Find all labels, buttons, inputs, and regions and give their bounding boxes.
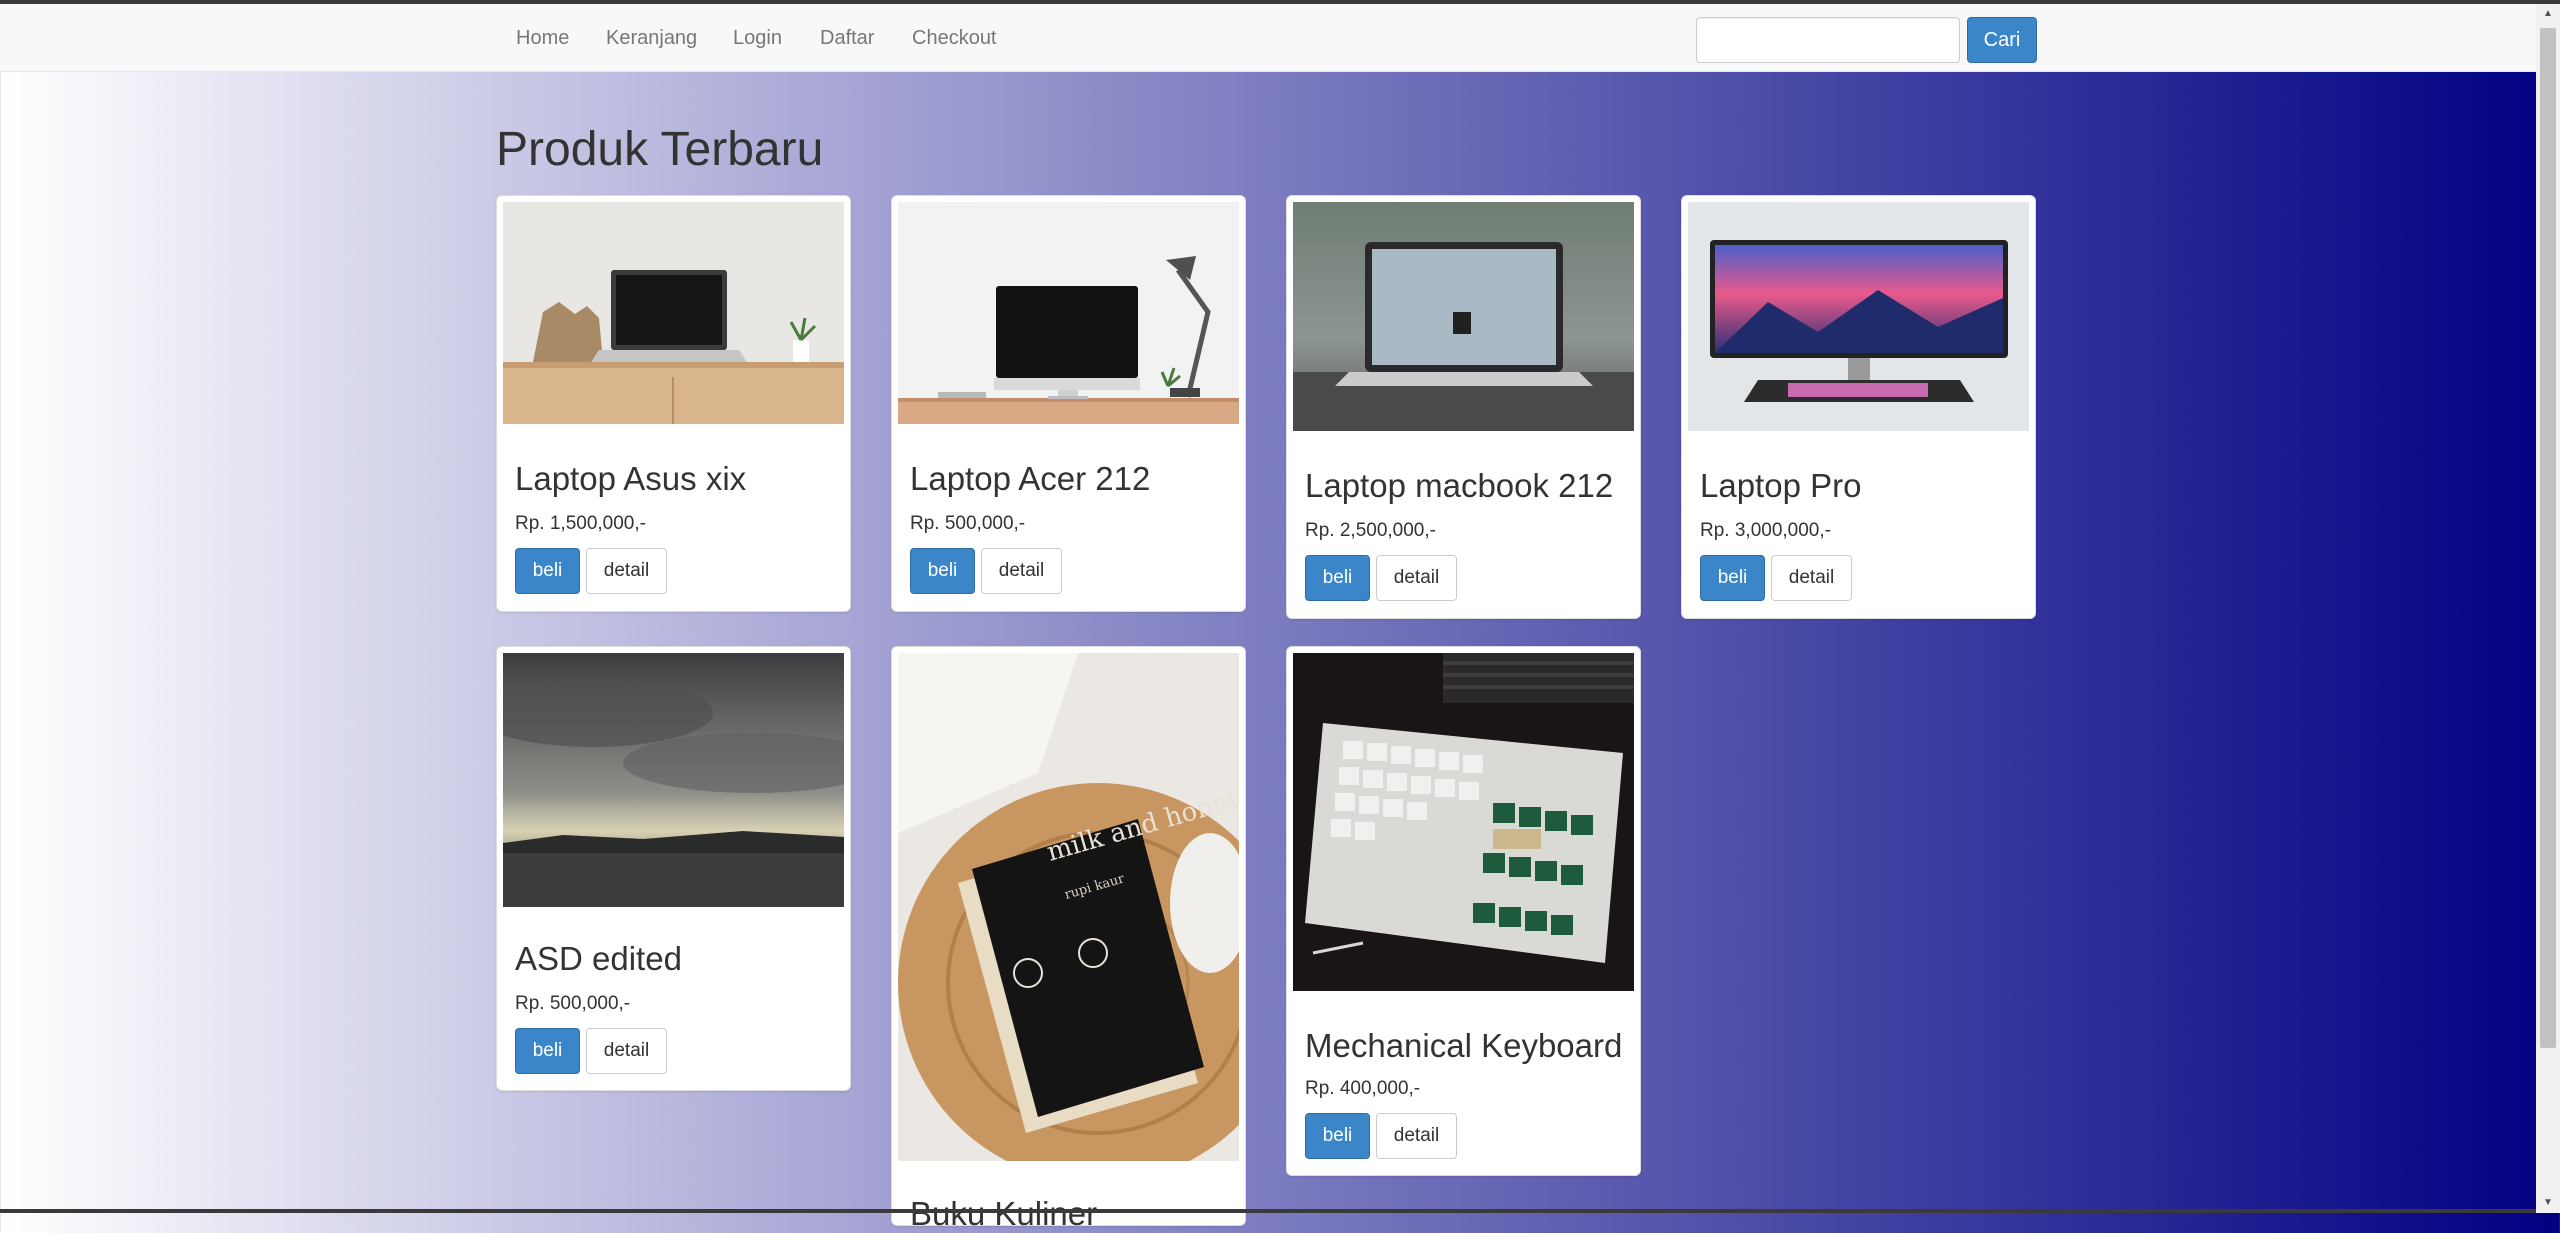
window-bottom-border [0,1209,2536,1213]
scrollbar-thumb[interactable] [2540,28,2556,1048]
product-card: Laptop Acer 212 Rp. 500,000,- beli detai… [891,195,1246,612]
product-card: milk and honey rupi kaur Buku Kuliner [891,646,1246,1232]
vertical-scrollbar[interactable]: ▲ ▼ [2536,4,2560,1213]
detail-button[interactable]: detail [981,548,1062,594]
nav-home[interactable]: Home [516,4,569,72]
detail-button[interactable]: detail [586,1028,667,1074]
product-price: Rp. 500,000,- [515,993,631,1014]
product-image[interactable] [1688,202,2029,431]
product-image[interactable]: milk and honey rupi kaur [898,653,1239,1161]
product-name: ASD edited [515,940,682,977]
product-name: Laptop Asus xix [515,460,747,497]
product-price: Rp. 400,000,- [1305,1078,1421,1099]
buy-button[interactable]: beli [515,1028,580,1074]
detail-button[interactable]: detail [1771,555,1852,601]
product-card: Laptop Asus xix Rp. 1,500,000,- beli det… [496,195,851,612]
product-price: Rp. 2,500,000,- [1305,520,1436,541]
product-image[interactable] [1293,653,1634,991]
search-input[interactable] [1696,17,1960,63]
buy-button[interactable]: beli [1305,1113,1370,1159]
nav-keranjang[interactable]: Keranjang [606,4,697,72]
navbar: Home Keranjang Login Daftar Checkout Car… [0,4,2536,72]
detail-button[interactable]: detail [1376,1113,1457,1159]
scroll-up-icon[interactable]: ▲ [2536,4,2560,24]
product-image[interactable] [503,202,844,424]
buy-button[interactable]: beli [1305,555,1370,601]
search-button[interactable]: Cari [1967,17,2037,63]
detail-button[interactable]: detail [1376,555,1457,601]
product-price: Rp. 500,000,- [910,513,1026,534]
product-card: Laptop macbook 212 Rp. 2,500,000,- beli … [1286,195,1641,619]
product-card: ASD edited Rp. 500,000,- beli detail [496,646,851,1091]
scroll-down-icon[interactable]: ▼ [2536,1193,2560,1213]
product-name: Laptop Acer 212 [910,460,1151,497]
product-image[interactable] [1293,202,1634,431]
product-image[interactable] [898,202,1239,424]
product-price: Rp. 3,000,000,- [1700,520,1831,541]
buy-button[interactable]: beli [910,548,975,594]
product-image[interactable] [503,653,844,907]
product-name: Laptop Pro [1700,467,1862,504]
product-name: Mechanical Keyboard [1305,1027,1623,1064]
page-title: Produk Terbaru [496,123,824,176]
detail-button[interactable]: detail [586,548,667,594]
buy-button[interactable]: beli [1700,555,1765,601]
nav-checkout[interactable]: Checkout [912,4,997,72]
nav-daftar[interactable]: Daftar [820,4,874,72]
product-card: Mechanical Keyboard Rp. 400,000,- beli d… [1286,646,1641,1176]
buy-button[interactable]: beli [515,548,580,594]
product-price: Rp. 1,500,000,- [515,513,646,534]
product-name: Buku Kuliner [910,1195,1098,1232]
product-name: Laptop macbook 212 [1305,467,1614,504]
nav-login[interactable]: Login [733,4,782,72]
product-card: Laptop Pro Rp. 3,000,000,- beli detail [1681,195,2036,619]
